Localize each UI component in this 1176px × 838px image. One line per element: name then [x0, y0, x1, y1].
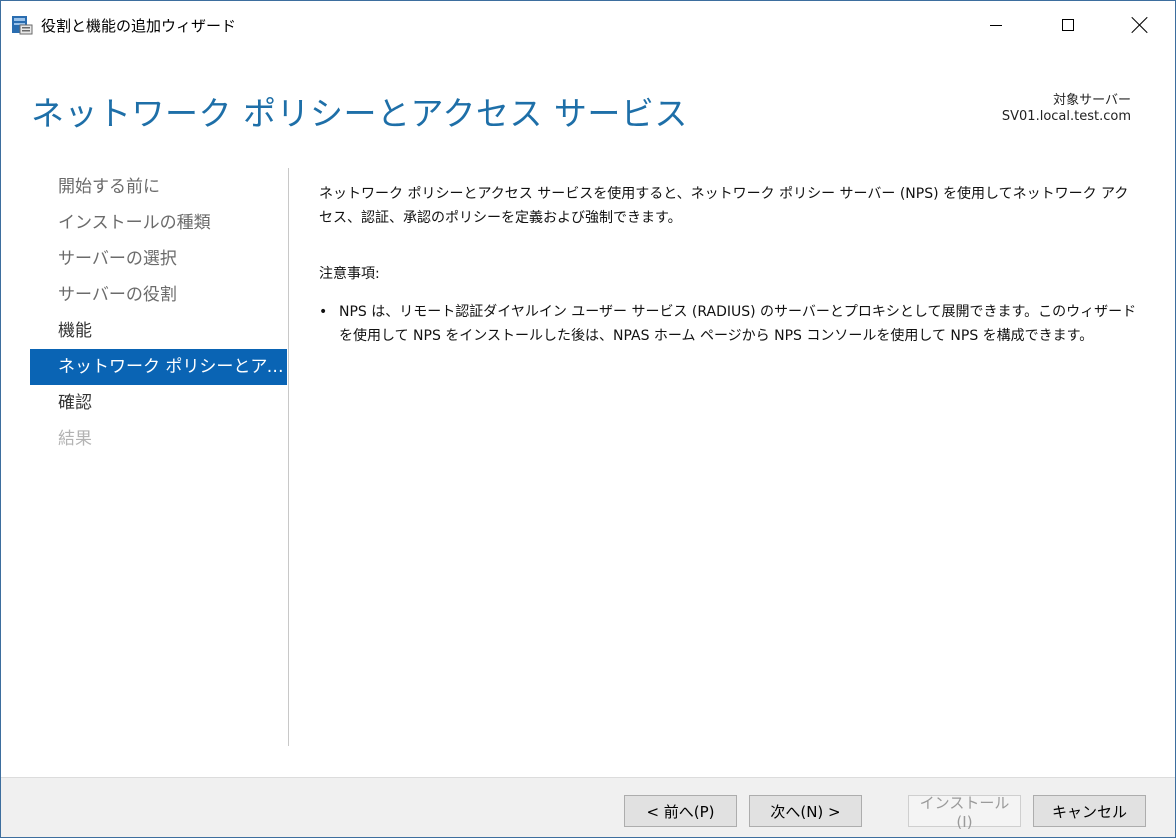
install-button: インストール(I) [908, 794, 1021, 831]
window-title: 役割と機能の追加ウィザード [41, 17, 237, 35]
next-button[interactable]: 次へ(N) > [749, 795, 862, 827]
nav-item-before-you-begin[interactable]: 開始する前に [30, 169, 287, 205]
content-pane: ネットワーク ポリシーとアクセス サービスを使用すると、ネットワーク ポリシー … [319, 182, 1139, 348]
cancel-button[interactable]: キャンセル [1033, 795, 1146, 827]
button-bar: < 前へ(P) 次へ(N) > インストール(I) キャンセル [1, 777, 1175, 837]
target-server-value: SV01.local.test.com [1001, 109, 1131, 124]
nav-divider [288, 168, 289, 746]
nav-item-features[interactable]: 機能 [30, 313, 287, 349]
close-button[interactable] [1105, 1, 1175, 49]
minimize-button[interactable] [961, 1, 1031, 49]
target-server-label: 対象サーバー [1053, 93, 1131, 108]
list-item: • NPS は、リモート認証ダイヤルイン ユーザー サービス (RADIUS) … [319, 300, 1139, 348]
previous-button[interactable]: < 前へ(P) [624, 795, 737, 827]
bullet-icon: • [319, 304, 328, 320]
nav-item-results: 結果 [58, 429, 92, 449]
nav-item-server-roles[interactable]: サーバーの役割 [30, 277, 287, 313]
server-manager-wizard-icon [12, 16, 33, 35]
title-bar[interactable]: 役割と機能の追加ウィザード [1, 1, 1175, 49]
nav-item-installation-type[interactable]: インストールの種類 [30, 205, 287, 241]
maximize-icon [1062, 19, 1074, 31]
wizard-window: 役割と機能の追加ウィザード ネットワーク ポリシーとアクセス サービス 対象サー… [0, 0, 1176, 838]
nav-item-confirmation[interactable]: 確認 [30, 385, 287, 421]
close-icon [1132, 17, 1148, 33]
nav-item-npas[interactable]: ネットワーク ポリシーとアクセ... [30, 349, 287, 385]
nav-item-server-selection[interactable]: サーバーの選択 [30, 241, 287, 277]
page-title: ネットワーク ポリシーとアクセス サービス [31, 94, 688, 133]
minimize-icon [990, 24, 1002, 26]
notes-label: 注意事項: [319, 266, 380, 282]
maximize-button[interactable] [1033, 1, 1103, 49]
note-text: NPS は、リモート認証ダイヤルイン ユーザー サービス (RADIUS) のサ… [339, 304, 1137, 344]
wizard-nav: 開始する前に インストールの種類 サーバーの選択 サーバーの役割 機能 ネットワ… [30, 169, 287, 457]
role-description: ネットワーク ポリシーとアクセス サービスを使用すると、ネットワーク ポリシー … [319, 186, 1129, 226]
